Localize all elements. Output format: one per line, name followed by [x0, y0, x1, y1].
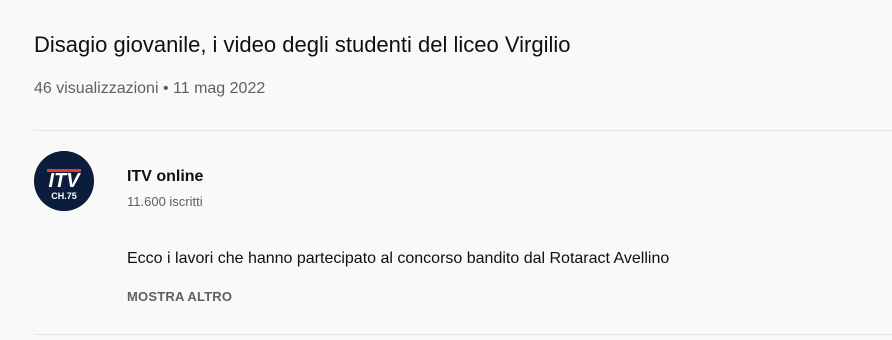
upload-date: 11 mag 2022	[173, 80, 266, 97]
video-description: Ecco i lavori che hanno partecipato al c…	[127, 250, 670, 267]
logo-text-itv: ITV	[48, 170, 81, 192]
channel-avatar[interactable]: ITV CH.75	[34, 151, 94, 211]
channel-logo: ITV CH.75	[34, 151, 94, 211]
subscriber-count: 11.600 iscritti	[127, 194, 203, 209]
logo-text-channel: CH.75	[51, 191, 77, 201]
divider-top	[34, 130, 892, 131]
divider-bottom	[34, 334, 892, 335]
video-meta: 46 visualizzazioni • 11 mag 2022	[34, 78, 265, 100]
view-count: 46 visualizzazioni	[34, 80, 159, 97]
meta-separator: •	[158, 80, 174, 97]
video-title: Disagio giovanile, i video degli student…	[34, 32, 571, 57]
channel-name[interactable]: ITV online	[127, 166, 203, 188]
show-more-button[interactable]: MOSTRA ALTRO	[127, 288, 232, 306]
